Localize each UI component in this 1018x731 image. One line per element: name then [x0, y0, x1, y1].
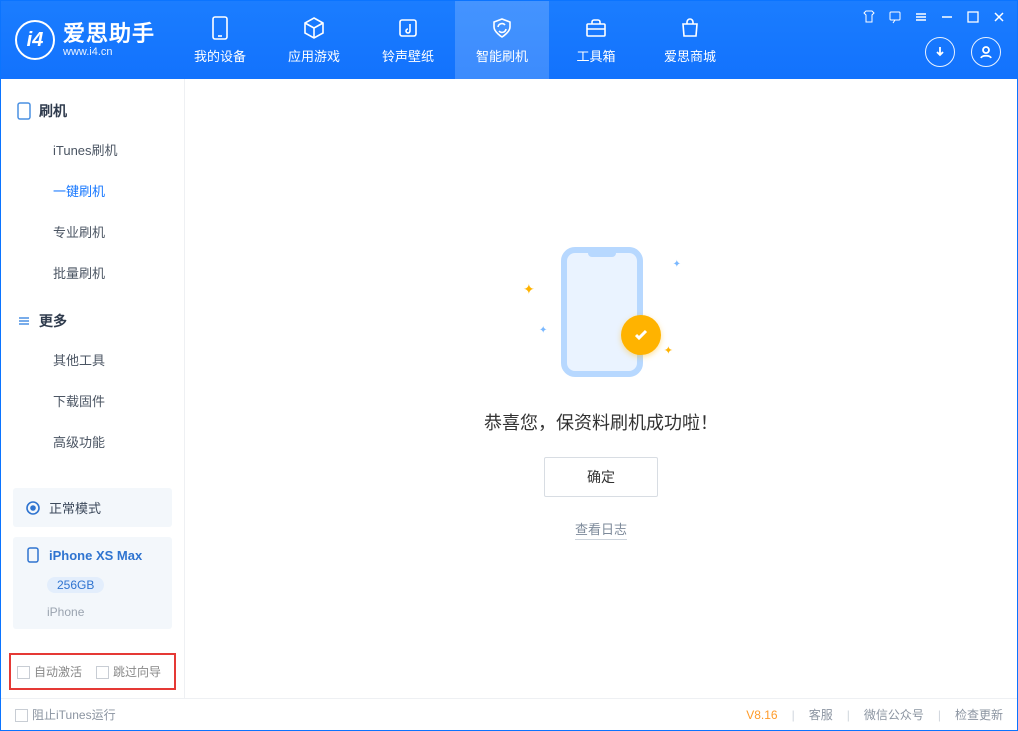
checkbox-skip-guide[interactable]: 跳过向导 [96, 663, 161, 680]
sidebar-group-title: 更多 [39, 311, 67, 331]
user-account-button[interactable] [971, 37, 1001, 67]
app-window: i4 爱思助手 www.i4.cn 我的设备 应用游戏 铃声壁纸 智能刷机 [0, 0, 1018, 731]
sparkle-icon: ✦ [673, 259, 681, 270]
divider: | [847, 708, 850, 722]
window-controls [861, 9, 1007, 25]
checkbox-icon [17, 666, 30, 679]
sidebar-group-title: 刷机 [39, 101, 67, 121]
footer-link-check-update[interactable]: 检查更新 [955, 706, 1003, 723]
footer-link-wechat[interactable]: 微信公众号 [864, 706, 924, 723]
device-type: iPhone [47, 605, 84, 619]
success-message: 恭喜您，保资料刷机成功啦！ [484, 409, 718, 435]
list-icon [17, 314, 31, 328]
sidebar-scroll: 刷机 iTunes刷机 一键刷机 专业刷机 批量刷机 更多 其他工具 下载固件 … [1, 79, 184, 478]
music-note-icon [395, 15, 421, 41]
tab-label: 铃声壁纸 [382, 46, 434, 65]
toolbox-icon [583, 15, 609, 41]
sparkle-icon: ✦ [523, 281, 535, 298]
tshirt-icon[interactable] [861, 9, 877, 25]
success-check-icon [621, 315, 661, 355]
sidebar-group-more: 更多 [1, 303, 184, 339]
view-log-link[interactable]: 查看日志 [575, 519, 627, 540]
phone-icon [17, 102, 31, 120]
tab-label: 智能刷机 [476, 46, 528, 65]
sidebar-item-itunes-flash[interactable]: iTunes刷机 [1, 129, 184, 170]
header-action-buttons [925, 37, 1001, 67]
sidebar-item-download-firmware[interactable]: 下载固件 [1, 380, 184, 421]
minimize-button[interactable] [939, 9, 955, 25]
footer-left: 阻止iTunes运行 [15, 706, 116, 723]
options-highlight-box: 自动激活 跳过向导 [9, 653, 176, 690]
feedback-icon[interactable] [887, 9, 903, 25]
version-label: V8.16 [746, 708, 777, 722]
divider: | [792, 708, 795, 722]
header-tabs: 我的设备 应用游戏 铃声壁纸 智能刷机 工具箱 爱思商城 [173, 1, 737, 79]
tab-label: 我的设备 [194, 46, 246, 65]
divider: | [938, 708, 941, 722]
footer-link-support[interactable]: 客服 [809, 706, 833, 723]
device-icon [207, 15, 233, 41]
maximize-button[interactable] [965, 9, 981, 25]
menu-icon[interactable] [913, 9, 929, 25]
cube-icon [301, 15, 327, 41]
brand-subtitle: www.i4.cn [63, 46, 155, 58]
logo-icon: i4 [15, 20, 55, 60]
download-button[interactable] [925, 37, 955, 67]
sidebar-item-batch-flash[interactable]: 批量刷机 [1, 252, 184, 293]
main-content: ✦ ✦ ✦ ✦ 恭喜您，保资料刷机成功啦！ 确定 查看日志 [185, 79, 1017, 698]
tab-my-device[interactable]: 我的设备 [173, 1, 267, 79]
checkbox-icon [96, 666, 109, 679]
tab-label: 爱思商城 [664, 46, 716, 65]
tab-label: 应用游戏 [288, 46, 340, 65]
success-illustration: ✦ ✦ ✦ ✦ [491, 237, 711, 387]
sparkle-icon: ✦ [539, 325, 547, 336]
body: 刷机 iTunes刷机 一键刷机 专业刷机 批量刷机 更多 其他工具 下载固件 … [1, 79, 1017, 698]
close-button[interactable] [991, 9, 1007, 25]
logo-letter: i4 [27, 29, 44, 52]
mode-icon [25, 500, 41, 516]
checkbox-icon [15, 709, 28, 722]
refresh-shield-icon [489, 15, 515, 41]
sidebar-item-other-tools[interactable]: 其他工具 [1, 339, 184, 380]
device-panel: 正常模式 iPhone XS Max 256GB iPhone [1, 478, 184, 649]
device-mode-label: 正常模式 [49, 498, 101, 517]
ok-button[interactable]: 确定 [544, 457, 658, 497]
tab-toolbox[interactable]: 工具箱 [549, 1, 643, 79]
footer: 阻止iTunes运行 V8.16 | 客服 | 微信公众号 | 检查更新 [1, 698, 1017, 730]
sidebar: 刷机 iTunes刷机 一键刷机 专业刷机 批量刷机 更多 其他工具 下载固件 … [1, 79, 185, 698]
sparkle-icon: ✦ [664, 344, 673, 357]
brand-title: 爱思助手 [63, 22, 155, 46]
sidebar-item-oneclick-flash[interactable]: 一键刷机 [1, 170, 184, 211]
sidebar-group-flash: 刷机 [1, 93, 184, 129]
device-storage-badge: 256GB [47, 577, 104, 593]
device-name: iPhone XS Max [49, 548, 142, 563]
checkbox-auto-activate[interactable]: 自动激活 [17, 663, 82, 680]
shopping-bag-icon [677, 15, 703, 41]
header: i4 爱思助手 www.i4.cn 我的设备 应用游戏 铃声壁纸 智能刷机 [1, 1, 1017, 79]
device-mode-row[interactable]: 正常模式 [13, 488, 172, 527]
device-info-row[interactable]: iPhone XS Max 256GB iPhone [13, 537, 172, 629]
footer-right: V8.16 | 客服 | 微信公众号 | 检查更新 [746, 706, 1003, 723]
tab-label: 工具箱 [577, 46, 616, 65]
tab-ringtones-wallpapers[interactable]: 铃声壁纸 [361, 1, 455, 79]
sidebar-item-pro-flash[interactable]: 专业刷机 [1, 211, 184, 252]
tab-smart-flash[interactable]: 智能刷机 [455, 1, 549, 79]
logo-block: i4 爱思助手 www.i4.cn [1, 1, 173, 79]
phone-illustration [561, 247, 643, 377]
tab-apps-games[interactable]: 应用游戏 [267, 1, 361, 79]
sidebar-item-advanced[interactable]: 高级功能 [1, 421, 184, 462]
tab-store[interactable]: 爱思商城 [643, 1, 737, 79]
device-phone-icon [25, 547, 41, 563]
brand-text: 爱思助手 www.i4.cn [63, 22, 155, 58]
checkbox-block-itunes[interactable]: 阻止iTunes运行 [15, 706, 116, 723]
